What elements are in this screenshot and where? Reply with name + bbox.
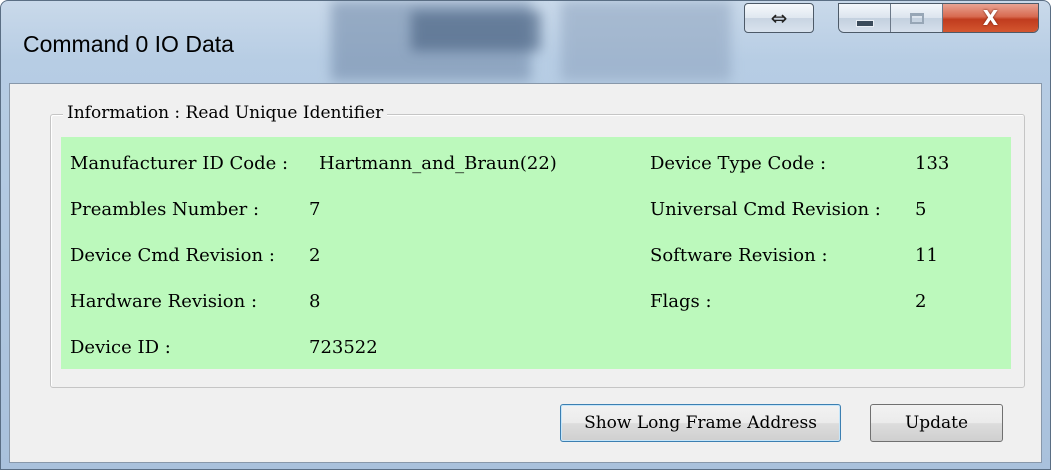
manufacturer-id-value: Hartmann_and_Braun(22) [319,153,557,174]
flags-label: Flags : [650,291,712,312]
swap-arrows-icon: ⇔ [770,6,788,30]
preambles-number-value: 7 [309,199,321,220]
hardware-revision-value: 8 [309,291,321,312]
device-type-code-label: Device Type Code : [650,153,827,174]
groupbox-label: Information : Read Unique Identifier [63,103,388,123]
dialog-window: Command 0 IO Data ⇔ X Information : Read… [0,0,1051,470]
manufacturer-id-label: Manufacturer ID Code : [70,153,289,174]
preambles-number-label: Preambles Number : [70,199,260,220]
close-button[interactable]: X [943,4,1038,32]
device-id-label: Device ID : [70,337,171,358]
information-groupbox: Information : Read Unique Identifier Man… [50,103,1025,388]
window-title: Command 0 IO Data [23,31,234,57]
dialog-client-area: Information : Read Unique Identifier Man… [9,83,1042,463]
swap-button[interactable]: ⇔ [744,3,814,33]
minimize-icon [855,19,874,27]
maximize-icon [909,12,924,24]
update-button[interactable]: Update [870,404,1003,442]
universal-cmd-revision-label: Universal Cmd Revision : [650,199,881,220]
info-panel: Manufacturer ID Code : Hartmann_and_Brau… [61,137,1011,369]
close-icon: X [982,6,999,30]
hardware-revision-label: Hardware Revision : [70,291,258,312]
universal-cmd-revision-value: 5 [915,199,927,220]
title-bar[interactable]: Command 0 IO Data ⇔ X [1,1,1050,83]
device-cmd-revision-label: Device Cmd Revision : [70,245,275,266]
software-revision-label: Software Revision : [650,245,828,266]
minimize-button[interactable] [839,4,891,32]
caption-buttons: X [838,3,1039,33]
maximize-button[interactable] [891,4,943,32]
show-long-frame-address-button[interactable]: Show Long Frame Address [560,404,841,442]
device-cmd-revision-value: 2 [309,245,321,266]
flags-value: 2 [915,291,927,312]
device-type-code-value: 133 [915,153,950,174]
device-id-value: 723522 [309,337,378,358]
software-revision-value: 11 [915,245,938,266]
